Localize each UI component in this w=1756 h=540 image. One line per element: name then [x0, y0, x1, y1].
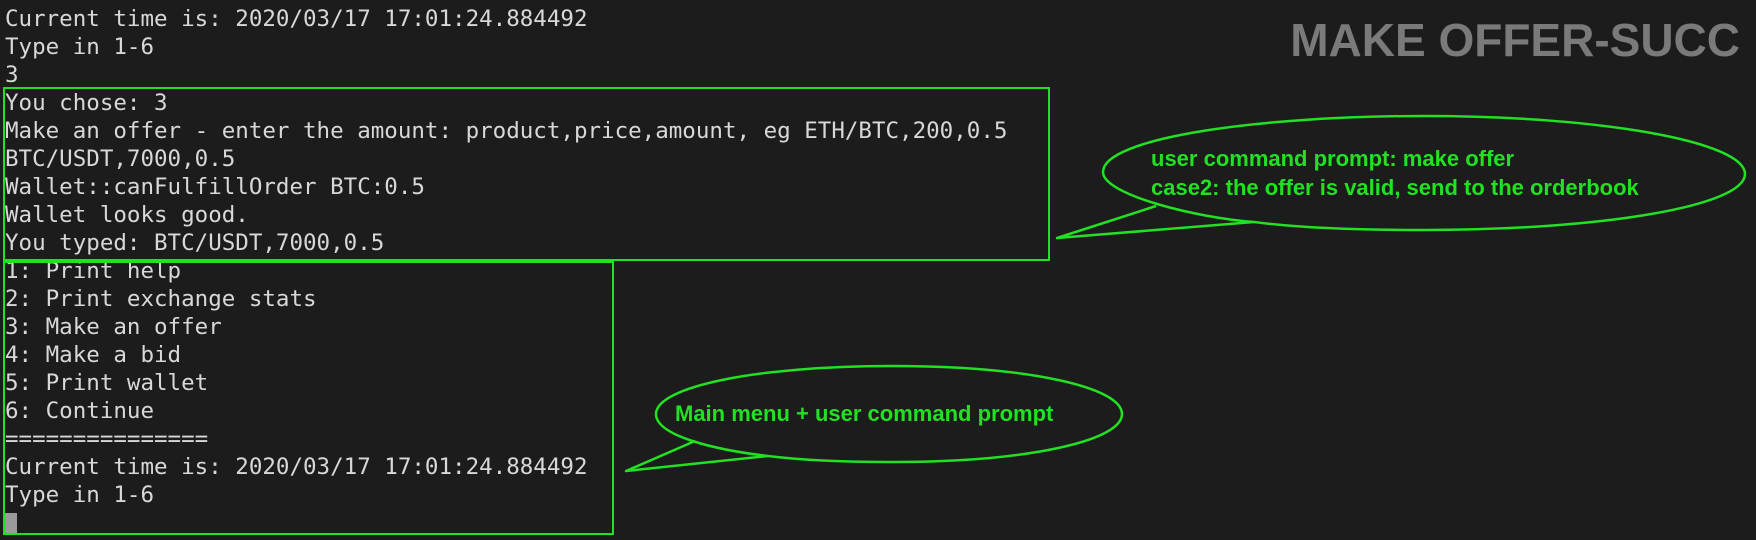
callout-menu-text: Main menu + user command prompt: [675, 399, 1053, 428]
callout-menu-line-1: Main menu + user command prompt: [675, 401, 1054, 426]
callout-offer-line-1: user command prompt: make offer: [1151, 146, 1515, 171]
callout-offer-text: user command prompt: make offer case2: t…: [1151, 144, 1639, 202]
callout-offer-line-2: case2: the offer is valid, send to the o…: [1151, 175, 1639, 200]
callout-bubbles: [624, 114, 1747, 473]
